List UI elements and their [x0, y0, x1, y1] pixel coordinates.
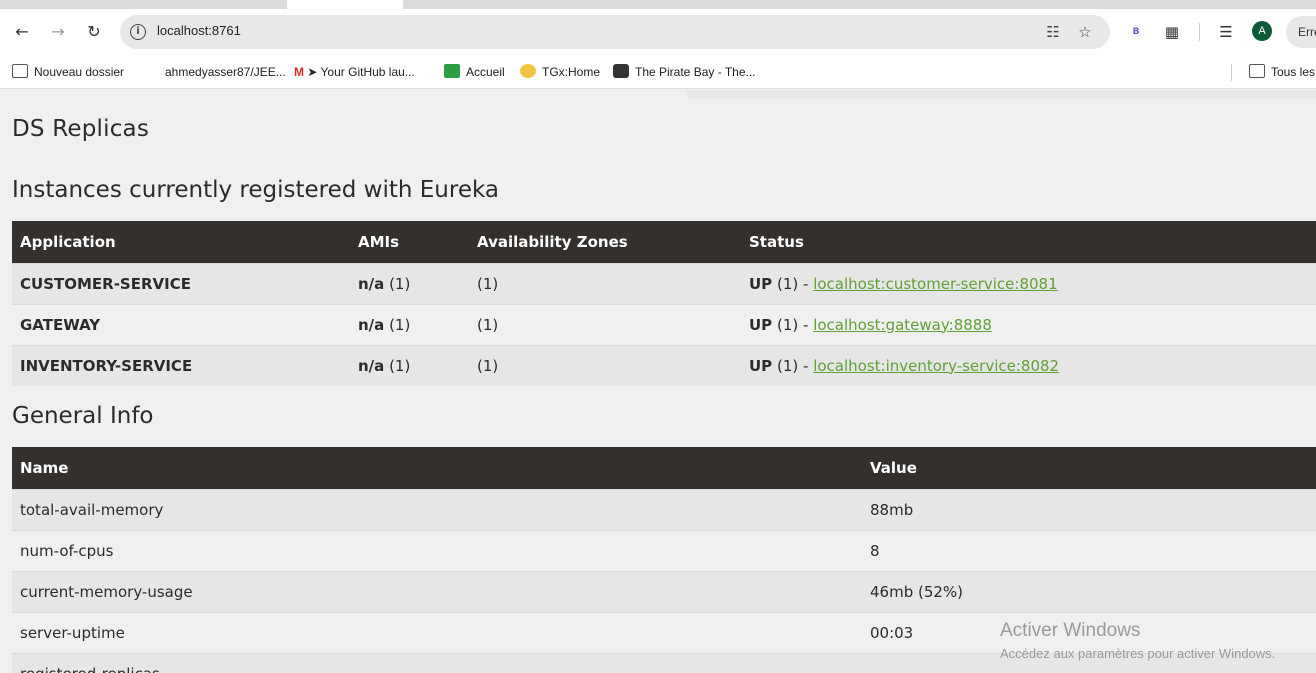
column-header[interactable]: Name	[12, 447, 862, 489]
bookmark-all[interactable]: Tous les	[1249, 62, 1315, 82]
ami-value: n/a	[358, 315, 385, 334]
watermark-title: Activer Windows	[1000, 620, 1141, 641]
zones-cell: (1)	[469, 303, 741, 345]
pirate-icon	[613, 64, 629, 78]
info-value: 88mb	[862, 488, 1316, 530]
bookmarks-bar: Nouveau dossier ahmedyasser87/JEE... M ➤…	[0, 56, 1316, 89]
bookmark-your-github[interactable]: M ➤ Your GitHub lau...	[294, 62, 415, 82]
application-name: INVENTORY-SERVICE	[12, 344, 350, 386]
ami-count: (1)	[389, 356, 411, 375]
instances-heading: Instances currently registered with Eure…	[12, 177, 499, 203]
extension-icon[interactable]: B	[1126, 22, 1146, 42]
column-header[interactable]: Value	[862, 447, 1316, 489]
instances-header-row: Application AMIs Availability Zones Stat…	[12, 221, 1316, 263]
url-text[interactable]: localhost:8761	[157, 23, 241, 38]
table-row: INVENTORY-SERVICE n/a (1) (1) UP (1) - l…	[12, 344, 1316, 386]
status-cell: UP (1) - localhost:customer-service:8081	[741, 262, 1316, 304]
error-pill[interactable]: Erre	[1286, 16, 1316, 48]
ami-cell: n/a (1)	[350, 303, 469, 345]
bookmarks-separator	[1231, 64, 1232, 81]
general-info-heading: General Info	[12, 403, 154, 429]
application-name: CUSTOMER-SERVICE	[12, 262, 350, 304]
column-header[interactable]: Status	[741, 221, 1316, 263]
status-cell: UP (1) - localhost:inventory-service:808…	[741, 344, 1316, 386]
application-name: GATEWAY	[12, 303, 350, 345]
column-header[interactable]: Application	[12, 221, 350, 263]
ami-cell: n/a (1)	[350, 344, 469, 386]
status-value: UP	[749, 315, 773, 334]
profile-avatar[interactable]: A	[1252, 21, 1272, 41]
zones-cell: (1)	[469, 344, 741, 386]
page-title: DS Replicas	[12, 116, 150, 142]
table-row: GATEWAY n/a (1) (1) UP (1) - localhost:g…	[12, 303, 1316, 345]
back-icon[interactable]: ←	[10, 20, 34, 44]
status-count: (1) -	[776, 356, 809, 375]
forward-icon[interactable]: →	[46, 20, 70, 44]
status-cell: UP (1) - localhost:gateway:8888	[741, 303, 1316, 345]
watermark-subtitle: Accédez aux paramètres pour activer Wind…	[1000, 646, 1276, 661]
media-control-icon[interactable]: ☰	[1216, 22, 1236, 42]
tab-strip	[0, 0, 1316, 9]
info-value: 46mb (52%)	[862, 570, 1316, 612]
windows-activation-watermark: Activer Windows Accédez aux paramètres p…	[1000, 620, 1275, 661]
table-row: CUSTOMER-SERVICE n/a (1) (1) UP (1) - lo…	[12, 262, 1316, 304]
instance-link[interactable]: localhost:inventory-service:8082	[813, 357, 1059, 375]
folder-icon	[1249, 64, 1265, 78]
info-name: server-uptime	[12, 611, 862, 653]
classroom-icon	[444, 64, 460, 78]
folder-icon	[12, 64, 28, 78]
gmail-icon: M	[294, 65, 304, 79]
ami-count: (1)	[389, 274, 411, 293]
table-row: num-of-cpus 8	[12, 529, 1316, 571]
info-value: 8	[862, 529, 1316, 571]
bookmark-tgx[interactable]: TGx:Home	[520, 62, 600, 82]
toolbar-separator	[1199, 23, 1200, 41]
bookmark-star-icon[interactable]: ☆	[1076, 23, 1094, 41]
column-header[interactable]: AMIs	[350, 221, 469, 263]
reload-icon[interactable]: ↻	[82, 20, 106, 44]
ami-cell: n/a (1)	[350, 262, 469, 304]
status-value: UP	[749, 274, 773, 293]
ami-value: n/a	[358, 274, 385, 293]
instance-link[interactable]: localhost:gateway:8888	[813, 316, 992, 334]
github-icon	[143, 64, 159, 78]
status-value: UP	[749, 356, 773, 375]
bookmark-accueil[interactable]: Accueil	[444, 62, 505, 82]
eureka-page: DS Replicas Instances currently register…	[0, 90, 1316, 673]
ami-count: (1)	[389, 315, 411, 334]
info-name: registered-replicas	[12, 652, 862, 673]
status-count: (1) -	[776, 274, 809, 293]
general-info-header-row: Name Value	[12, 447, 1316, 489]
bookmark-pirate-bay[interactable]: The Pirate Bay - The...	[613, 62, 756, 82]
site-info-icon[interactable]: i	[130, 24, 146, 40]
rocket-icon: ➤	[307, 65, 318, 79]
translate-icon[interactable]: ☷	[1044, 23, 1062, 41]
instance-link[interactable]: localhost:customer-service:8081	[813, 275, 1057, 293]
bookmark-github[interactable]: ahmedyasser87/JEE...	[143, 62, 286, 82]
browser-toolbar: ← → ↻ i localhost:8761 ☷ ☆ B ▦ ☰ A Erre	[0, 9, 1316, 56]
info-name: total-avail-memory	[12, 488, 862, 530]
tgx-icon	[520, 64, 536, 78]
table-row: current-memory-usage 46mb (52%)	[12, 570, 1316, 612]
zones-cell: (1)	[469, 262, 741, 304]
status-count: (1) -	[776, 315, 809, 334]
address-bar[interactable]: i localhost:8761 ☷ ☆	[120, 15, 1110, 49]
ami-value: n/a	[358, 356, 385, 375]
column-header[interactable]: Availability Zones	[469, 221, 741, 263]
info-name: num-of-cpus	[12, 529, 862, 571]
instances-table: Application AMIs Availability Zones Stat…	[12, 221, 1316, 386]
bookmark-nouveau-dossier[interactable]: Nouveau dossier	[12, 62, 124, 82]
extensions-puzzle-icon[interactable]: ▦	[1162, 22, 1182, 42]
table-row: total-avail-memory 88mb	[12, 488, 1316, 530]
info-name: current-memory-usage	[12, 570, 862, 612]
page-top-band	[687, 90, 1316, 99]
active-tab[interactable]	[287, 0, 403, 9]
